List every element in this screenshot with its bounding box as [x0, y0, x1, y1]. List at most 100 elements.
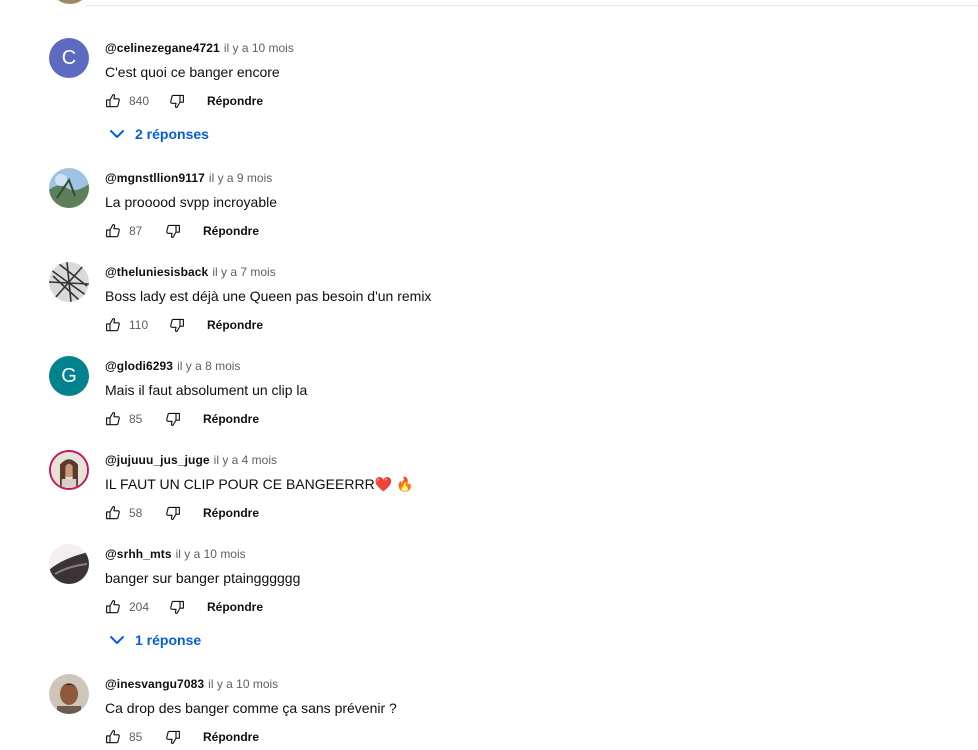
thumbs-up-icon: [104, 728, 122, 746]
chevron-down-icon: [105, 122, 129, 146]
like-button[interactable]: [103, 91, 123, 111]
comment-text: C'est quoi ce banger encore: [105, 64, 280, 80]
thumbs-up-icon: [104, 92, 122, 110]
like-count: 85: [129, 730, 143, 744]
avatar[interactable]: [49, 674, 89, 714]
comment-actions: 110 Répondre: [103, 313, 263, 337]
view-replies-button[interactable]: 2 réponses: [105, 122, 209, 146]
timestamp[interactable]: il y a 10 mois: [208, 677, 278, 691]
replies-label: 1 réponse: [135, 632, 202, 648]
like-count: 87: [129, 224, 143, 238]
avatar[interactable]: G: [49, 356, 89, 396]
like-button[interactable]: [103, 503, 123, 523]
comment-actions: 87 Répondre: [103, 219, 259, 243]
author-name[interactable]: @theluniesisback: [105, 265, 208, 279]
avatar[interactable]: [49, 544, 89, 584]
author-name[interactable]: @srhh_mts: [105, 547, 172, 561]
chevron-down-icon: [105, 628, 129, 652]
avatar[interactable]: C: [49, 38, 89, 78]
thumbs-down-icon: [164, 410, 182, 428]
dislike-button[interactable]: [167, 315, 187, 335]
thumbs-down-icon: [164, 728, 182, 746]
comment-text: banger sur banger ptaingggggg: [105, 570, 301, 586]
thumbs-up-icon: [104, 410, 122, 428]
thumbs-up-icon: [104, 316, 122, 334]
thumbs-down-icon: [164, 222, 182, 240]
timestamp[interactable]: il y a 10 mois: [224, 41, 294, 55]
like-button[interactable]: [103, 409, 123, 429]
dislike-button[interactable]: [167, 597, 187, 617]
comment-text: Boss lady est déjà une Queen pas besoin …: [105, 288, 432, 304]
dislike-button[interactable]: [163, 221, 183, 241]
dislike-button[interactable]: [163, 727, 183, 747]
timestamp[interactable]: il y a 8 mois: [177, 359, 240, 373]
author-name[interactable]: @celinezegane4721: [105, 41, 220, 55]
like-button[interactable]: [103, 727, 123, 747]
thumbs-down-icon: [168, 92, 186, 110]
comment-text-body: IL FAUT UN CLIP POUR CE BANGEERRR: [105, 476, 375, 492]
timestamp[interactable]: il y a 10 mois: [176, 547, 246, 561]
like-count: 204: [129, 600, 150, 614]
reply-button[interactable]: Répondre: [207, 318, 263, 332]
author-name[interactable]: @inesvangu7083: [105, 677, 204, 691]
thumbs-up-icon: [104, 504, 122, 522]
avatar[interactable]: [49, 262, 89, 302]
dislike-button[interactable]: [167, 91, 187, 111]
comment-actions: 85 Répondre: [103, 407, 259, 431]
heart-emoji: ❤️: [374, 476, 393, 492]
avatar-image: [51, 452, 87, 488]
like-button[interactable]: [103, 597, 123, 617]
thumbs-up-icon: [104, 222, 122, 240]
author-name[interactable]: @glodi6293: [105, 359, 173, 373]
comment-text: La prooood svpp incroyable: [105, 194, 278, 210]
divider: [86, 5, 978, 6]
fire-emoji: 🔥: [396, 476, 414, 492]
like-count: 85: [129, 412, 143, 426]
reply-button[interactable]: Répondre: [203, 506, 259, 520]
comment-actions: 204 Répondre: [103, 595, 263, 619]
timestamp[interactable]: il y a 7 mois: [212, 265, 275, 279]
avatar-image: [49, 544, 89, 584]
reply-button[interactable]: Répondre: [203, 224, 259, 238]
comment-actions: 840 Répondre: [103, 89, 263, 113]
comment-header: @theluniesisback il y a 7 mois: [105, 264, 276, 280]
like-button[interactable]: [103, 221, 123, 241]
like-button[interactable]: [103, 315, 123, 335]
reply-button[interactable]: Répondre: [207, 94, 263, 108]
like-count: 58: [129, 506, 143, 520]
previous-comment-avatar[interactable]: [50, 0, 90, 4]
reply-button[interactable]: Répondre: [207, 600, 263, 614]
comment-actions: 85 Répondre: [103, 725, 259, 749]
thumbs-down-icon: [164, 504, 182, 522]
comment-header: @celinezegane4721 il y a 10 mois: [105, 40, 294, 56]
reply-button[interactable]: Répondre: [203, 412, 259, 426]
comment-text: Ca drop des banger comme ça sans préveni…: [105, 700, 397, 716]
view-replies-button[interactable]: 1 réponse: [105, 628, 201, 652]
comment-header: @mgnstllion9117 il y a 9 mois: [105, 170, 272, 186]
comment-text: Mais il faut absolument un clip la: [105, 382, 308, 398]
author-name[interactable]: @mgnstllion9117: [105, 171, 205, 185]
author-name[interactable]: @jujuuu_jus_juge: [105, 453, 210, 467]
avatar-image: [49, 168, 89, 208]
comment-text: IL FAUT UN CLIP POUR CE BANGEERRR❤️ 🔥: [105, 474, 413, 494]
comment-header: @srhh_mts il y a 10 mois: [105, 546, 246, 562]
like-count: 840: [129, 94, 150, 108]
dislike-button[interactable]: [163, 409, 183, 429]
dislike-button[interactable]: [163, 503, 183, 523]
replies-label: 2 réponses: [135, 126, 209, 142]
avatar-image: [49, 674, 89, 714]
comment-header: @jujuuu_jus_juge il y a 4 mois: [105, 452, 277, 468]
timestamp[interactable]: il y a 9 mois: [209, 171, 272, 185]
timestamp[interactable]: il y a 4 mois: [214, 453, 277, 467]
avatar[interactable]: [49, 450, 89, 490]
avatar-image: [49, 262, 89, 302]
comment-header: @glodi6293 il y a 8 mois: [105, 358, 240, 374]
thumbs-down-icon: [168, 598, 186, 616]
thumbs-down-icon: [168, 316, 186, 334]
avatar[interactable]: [49, 168, 89, 208]
thumbs-up-icon: [104, 598, 122, 616]
like-count: 110: [129, 318, 149, 332]
comment-header: @inesvangu7083 il y a 10 mois: [105, 676, 278, 692]
comment-actions: 58 Répondre: [103, 501, 259, 525]
reply-button[interactable]: Répondre: [203, 730, 259, 744]
